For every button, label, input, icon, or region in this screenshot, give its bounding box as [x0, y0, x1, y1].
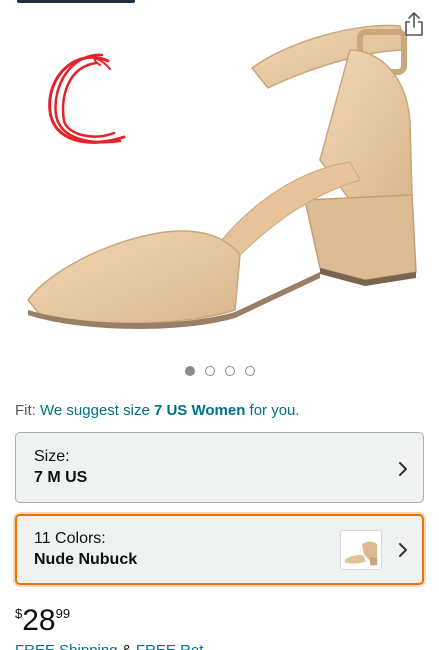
- price-whole: 28: [22, 604, 56, 637]
- fit-link-text: We suggest size: [40, 402, 150, 419]
- pagination-dot-3[interactable]: [224, 366, 235, 376]
- free-returns-link[interactable]: FREE Ret: [136, 642, 204, 650]
- color-value: Nude Nubuck: [34, 551, 138, 568]
- color-selector-button[interactable]: 11 Colors: Nude Nubuck: [15, 514, 424, 585]
- price-fraction: 99: [55, 606, 71, 621]
- red-handwritten-c: [48, 53, 126, 144]
- fit-recommendation: Fit: We suggest size 7 US Women for you.: [15, 402, 300, 419]
- free-shipping-link[interactable]: FREE Shipping: [15, 642, 118, 650]
- size-label: Size:: [34, 448, 70, 465]
- color-count-label: 11 Colors:: [34, 530, 106, 547]
- chevron-right-icon: [399, 462, 407, 476]
- product-image-gallery[interactable]: [0, 0, 439, 390]
- shipping-info: FREE Shipping & FREE Ret: [15, 642, 203, 650]
- image-pagination-dots[interactable]: [0, 366, 439, 378]
- fit-prefix: Fit:: [15, 402, 36, 419]
- color-selector-text: 11 Colors: Nude Nubuck: [34, 529, 137, 571]
- chevron-right-icon: [399, 543, 407, 557]
- pagination-dot-1[interactable]: [184, 366, 195, 376]
- fit-suggest-link[interactable]: We suggest size 7 US Women for you.: [40, 402, 300, 419]
- shipping-ampersand: &: [122, 642, 132, 650]
- fit-suffix: for you.: [249, 402, 300, 419]
- price-currency: $: [15, 606, 23, 621]
- fit-size: 7 US Women: [153, 402, 246, 419]
- size-selector-button[interactable]: Size: 7 M US: [15, 432, 424, 503]
- color-swatch-thumbnail: [340, 530, 382, 570]
- product-price: $2899: [15, 604, 70, 638]
- pagination-dot-4[interactable]: [244, 366, 255, 376]
- share-icon[interactable]: [403, 11, 425, 37]
- pagination-dot-2[interactable]: [204, 366, 215, 376]
- size-value: 7 M US: [34, 469, 88, 486]
- size-selector-text: Size: 7 M US: [34, 447, 87, 489]
